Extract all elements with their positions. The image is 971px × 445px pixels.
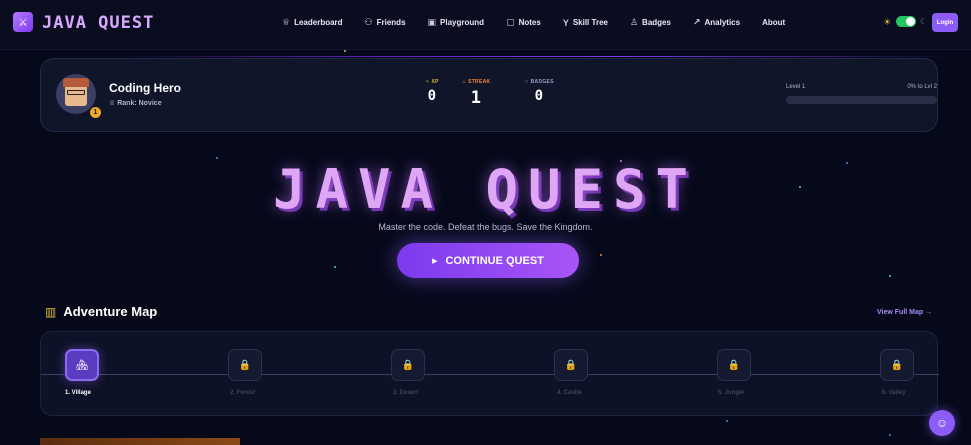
top-navbar: ⚔ JAVA QUEST ♕ Leaderboard ⚇ Friends ▣ Play… [0, 0, 971, 50]
sun-icon: ☀ [883, 17, 892, 27]
trophy-icon: ♕ [282, 17, 291, 27]
hero-tagline: Master the code. Defeat the bugs. Save t… [378, 222, 593, 232]
sword-icon[interactable]: ⚔ [13, 12, 33, 32]
stage-label: 3. Desert [393, 390, 419, 396]
view-full-map-link[interactable]: View Full Map → [877, 309, 932, 316]
adventure-map: 🏘 1. Village 🔒 2. Forest 🔒 3. Desert 🔒 4… [40, 331, 939, 416]
play-icon: ▶ [432, 257, 438, 265]
nav-badges[interactable]: ♙ Badges [630, 17, 671, 28]
stage-node-village[interactable]: 🏘 [65, 349, 99, 381]
theme-toggle[interactable] [896, 16, 916, 27]
nav-about[interactable]: About [762, 17, 785, 28]
adventure-map-heading: ▥ Adventure Map [45, 304, 157, 319]
avatar[interactable] [56, 74, 96, 114]
stage-label: 1. Village [65, 390, 91, 396]
nav-label: Leaderboard [294, 18, 343, 27]
nav-label: Analytics [704, 18, 741, 27]
map-icon: ▥ [45, 304, 57, 319]
xp-stat: ✧ XP 0 [415, 79, 449, 104]
nav-friends[interactable]: ⚇ Friends [365, 17, 406, 28]
lock-icon: 🔒 [238, 359, 252, 371]
stage-node-valley[interactable]: 🔒 [880, 349, 914, 381]
streak-label: ♨ STREAK [461, 79, 491, 85]
stage-label: 5. Jungle [718, 390, 745, 396]
stage-node-forest[interactable]: 🔒 [228, 349, 262, 381]
level-label: Level 1 [786, 84, 806, 90]
terminal-icon: ▣ [427, 17, 437, 27]
stage-node-castle[interactable]: 🔒 [554, 349, 588, 381]
stage-node-desert[interactable]: 🔒 [391, 349, 425, 381]
rank-text: Rank: Novice [117, 100, 162, 107]
xp-value: 0 [427, 88, 437, 104]
nav-label: Skill Tree [572, 18, 608, 27]
nav-analytics[interactable]: ↗ Analytics [693, 17, 740, 28]
lock-icon: 🔒 [890, 359, 904, 371]
chatbot-button[interactable]: ☺ [929, 410, 955, 436]
moon-icon: ☾ [920, 17, 928, 26]
player-rank: ♕ Rank: Novice [109, 99, 162, 107]
map-title-text: Adventure Map [63, 304, 158, 319]
stage-label: 2. Forest [230, 390, 256, 396]
stage-label: 6. Valley [882, 390, 906, 396]
note-icon: ▢ [506, 17, 515, 27]
xp-label: ✧ XP [425, 79, 439, 85]
nav-label: About [762, 18, 786, 27]
robot-icon: ☺ [935, 416, 949, 430]
badges-value: 0 [534, 88, 544, 104]
nav-label: Friends [376, 18, 406, 27]
progress-label: 0% to Lvl 2 [907, 84, 937, 90]
xp-progress-bar [786, 96, 937, 104]
divider [108, 56, 958, 57]
profile-card: 1 Coding Hero ♕ Rank: Novice ✧ XP 0 ♨ ST… [40, 58, 938, 132]
lock-icon: 🔒 [401, 359, 415, 371]
login-button[interactable]: Login [932, 13, 958, 32]
trend-icon: ↗ [692, 17, 701, 27]
map-path [41, 374, 939, 375]
bottom-banner-edge [40, 438, 240, 445]
player-name: Coding Hero [109, 81, 181, 95]
streak-value: 1 [470, 88, 482, 108]
lock-icon: 🔒 [564, 359, 578, 371]
nav-skill-tree[interactable]: Y Skill Tree [563, 17, 608, 28]
nav-label: Notes [518, 18, 541, 27]
village-icon: 🏘 [75, 359, 89, 371]
nav-leaderboard[interactable]: ♕ Leaderboard [282, 17, 343, 28]
continue-quest-button[interactable]: ▶ CONTINUE QUEST [397, 243, 579, 278]
nav-playground[interactable]: ▣ Playground [428, 17, 485, 28]
stage-label: 4. Castle [557, 390, 582, 396]
level-badge: 1 [90, 107, 101, 118]
nav-label: Playground [440, 18, 485, 27]
nav-notes[interactable]: ▢ Notes [506, 17, 541, 28]
stage-node-jungle[interactable]: 🔒 [717, 349, 751, 381]
hero-title: JAVA QUEST [272, 158, 699, 221]
medal-icon: ♙ [629, 17, 639, 27]
users-icon: ⚇ [364, 17, 373, 27]
badges-label: ☆ BADGES [524, 79, 554, 85]
streak-stat: ♨ STREAK 1 [456, 79, 496, 108]
branch-icon: Y [562, 17, 569, 28]
nav-label: Badges [642, 18, 671, 27]
trophy-icon: ♕ [109, 100, 118, 107]
lock-icon: 🔒 [727, 359, 741, 371]
brand-name[interactable]: JAVA QUEST [42, 13, 154, 33]
cta-label: CONTINUE QUEST [445, 254, 544, 267]
main-menu: ♕ Leaderboard ⚇ Friends ▣ Playground ▢ Notes… [282, 17, 807, 28]
badges-stat: ☆ BADGES 0 [519, 79, 559, 104]
